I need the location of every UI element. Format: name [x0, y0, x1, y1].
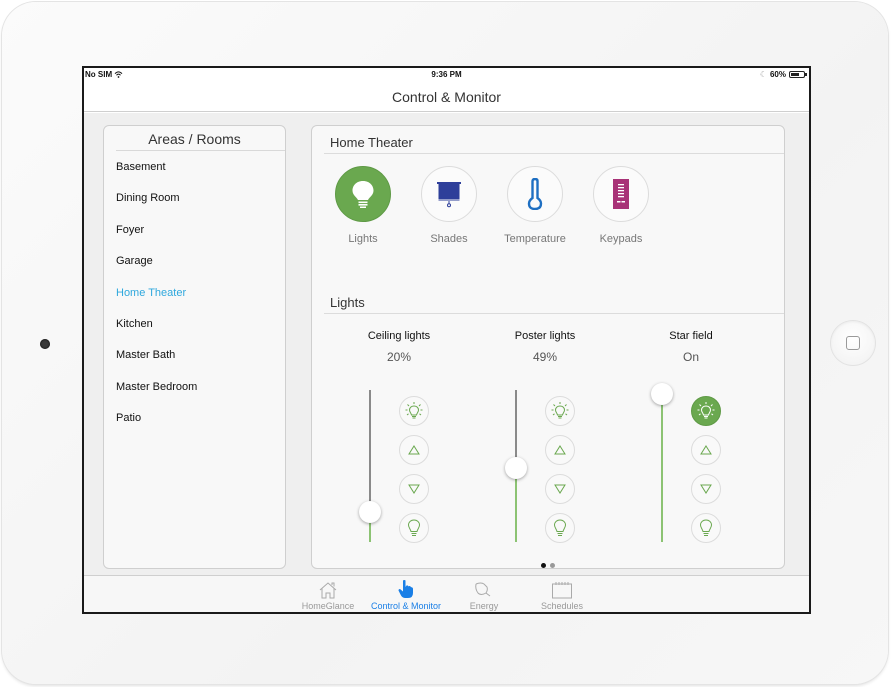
light-name: Star field [669, 330, 713, 342]
room-item-master-bath[interactable]: Master Bath [104, 339, 285, 370]
room-item-foyer[interactable]: Foyer [104, 214, 285, 245]
camera-icon [40, 339, 50, 349]
slider-track-fill [661, 390, 663, 542]
tab-bar: HomeGlance Control & Monitor Energy Sche… [84, 575, 809, 612]
tab-label: Schedules [540, 601, 584, 611]
page-indicator [312, 555, 784, 573]
tab-label: Control & Monitor [370, 601, 442, 611]
category-label: Shades [430, 233, 468, 245]
category-keypads[interactable]: Keypads [581, 166, 661, 245]
room-item-basement[interactable]: Basement [104, 151, 285, 182]
light-on-icon [550, 401, 570, 421]
light-ceiling-lights: Ceiling lights 20% [324, 330, 474, 364]
tab-label: HomeGlance [301, 601, 355, 611]
light-off-button[interactable] [691, 513, 721, 543]
room-item-patio[interactable]: Patio [104, 402, 285, 433]
energy-icon [444, 579, 524, 599]
raise-button[interactable] [399, 435, 429, 465]
tab-energy[interactable]: Energy [444, 579, 524, 611]
raise-button[interactable] [691, 435, 721, 465]
room-item-kitchen[interactable]: Kitchen [104, 308, 285, 339]
battery-percent: 60% [769, 70, 786, 79]
up-arrow-icon [554, 445, 566, 455]
light-level: 49% [532, 350, 558, 364]
lightbulb-icon [335, 166, 391, 222]
lower-button[interactable] [545, 474, 575, 504]
moon-icon: ☾ [759, 70, 767, 79]
battery-status: ☾ 60% [759, 70, 807, 79]
tab-control-monitor[interactable]: Control & Monitor [366, 579, 446, 611]
light-on-button[interactable] [545, 396, 575, 426]
screen: No SIM 9:36 PM ☾ 60% Control & Monitor A… [82, 66, 811, 614]
keypad-icon [593, 166, 649, 222]
light-name: Poster lights [514, 330, 576, 342]
room-item-master-bedroom[interactable]: Master Bedroom [104, 371, 285, 402]
light-on-button[interactable] [691, 396, 721, 426]
home-button[interactable] [831, 321, 875, 365]
light-on-button[interactable] [399, 396, 429, 426]
nav-title: Control & Monitor [84, 82, 809, 112]
up-arrow-icon [700, 445, 712, 455]
slider-thumb[interactable] [359, 501, 381, 523]
category-label: Keypads [599, 233, 643, 245]
light-off-icon [552, 518, 568, 538]
dimmer-slider[interactable] [359, 390, 381, 542]
home-square-icon [846, 336, 860, 350]
rooms-panel: Areas / Rooms Basement Dining Room Foyer Ga… [103, 125, 286, 569]
room-detail-panel: Home Theater Lights Shades Temperature K… [311, 125, 785, 569]
light-level: On [682, 350, 699, 364]
shade-icon [421, 166, 477, 222]
status-bar: No SIM 9:36 PM ☾ 60% [84, 68, 809, 82]
room-title: Home Theater [324, 130, 784, 154]
lower-button[interactable] [399, 474, 429, 504]
slider-track-empty [369, 390, 371, 512]
room-item-dining-room[interactable]: Dining Room [104, 182, 285, 213]
down-arrow-icon [408, 484, 420, 494]
raise-button[interactable] [545, 435, 575, 465]
dimmer-slider[interactable] [651, 383, 673, 542]
category-label: Lights [348, 233, 378, 245]
calendar-icon [522, 579, 602, 599]
rooms-header: Areas / Rooms [116, 126, 285, 151]
light-level: 20% [386, 350, 412, 364]
category-lights[interactable]: Lights [323, 166, 403, 245]
down-arrow-icon [700, 484, 712, 494]
light-on-icon [404, 401, 424, 421]
tab-homeglance[interactable]: HomeGlance [288, 579, 368, 611]
category-shades[interactable]: Shades [409, 166, 489, 245]
light-name: Ceiling lights [367, 330, 431, 342]
content-area: Areas / Rooms Basement Dining Room Foyer Ga… [84, 113, 809, 575]
lights-section-title: Lights [324, 290, 784, 314]
page-dot-2[interactable] [550, 563, 555, 568]
light-off-icon [698, 518, 714, 538]
category-temperature[interactable]: Temperature [495, 166, 575, 245]
slider-track-fill [515, 468, 517, 542]
light-off-button[interactable] [545, 513, 575, 543]
light-on-icon [696, 401, 716, 421]
category-label: Temperature [504, 233, 566, 245]
room-list: Basement Dining Room Foyer Garage Home Theat… [104, 151, 285, 434]
battery-icon [789, 71, 807, 78]
clock: 9:36 PM [431, 70, 462, 79]
lower-button[interactable] [691, 474, 721, 504]
down-arrow-icon [554, 484, 566, 494]
page-dot-1[interactable] [541, 563, 546, 568]
light-off-button[interactable] [399, 513, 429, 543]
room-item-garage[interactable]: Garage [104, 245, 285, 276]
tab-schedules[interactable]: Schedules [522, 579, 602, 611]
up-arrow-icon [408, 445, 420, 455]
dimmer-slider[interactable] [505, 390, 527, 542]
hand-pointer-icon [366, 579, 446, 599]
light-off-icon [406, 518, 422, 538]
slider-thumb[interactable] [505, 457, 527, 479]
light-poster-lights: Poster lights 49% [470, 330, 620, 364]
light-star-field: Star field On [616, 330, 766, 364]
house-icon [288, 579, 368, 599]
room-item-home-theater[interactable]: Home Theater [104, 277, 285, 308]
tab-label: Energy [469, 601, 499, 611]
thermometer-icon [507, 166, 563, 222]
slider-thumb[interactable] [651, 383, 673, 405]
